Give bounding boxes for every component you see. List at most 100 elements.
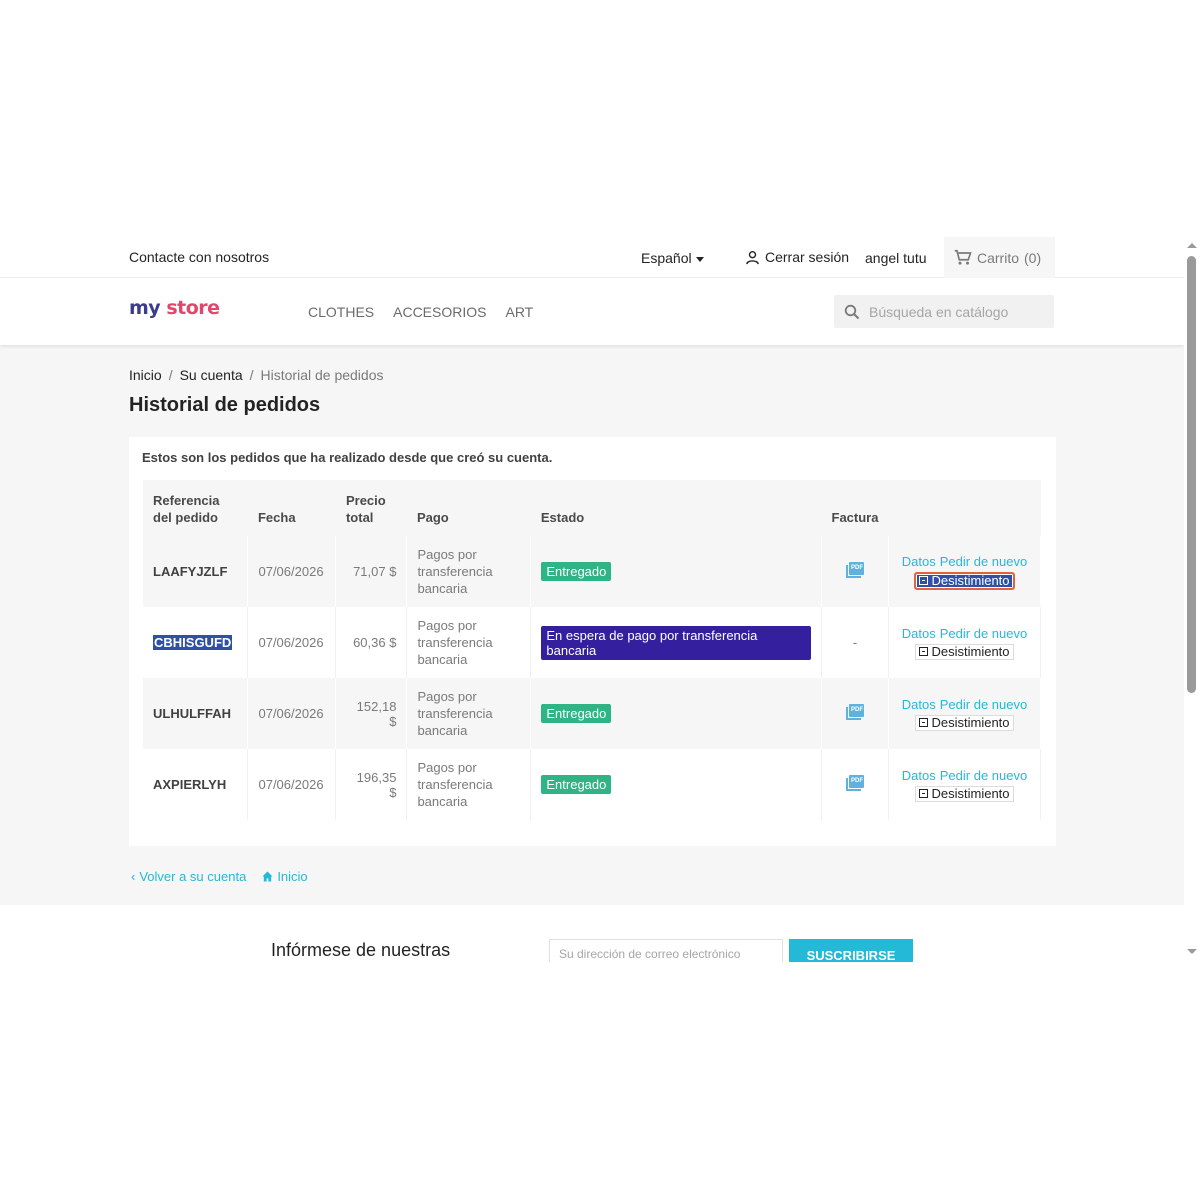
logout-label: Cerrar sesión (765, 249, 850, 265)
col-header-reference-line2: del pedido (153, 510, 218, 525)
back-to-account-link[interactable]: ‹ Volver a su cuenta (131, 869, 246, 884)
site-header: my store CLOTHES ACCESORIOS ART (0, 278, 1184, 345)
caret-down-icon (695, 256, 704, 262)
invoice-cell: - (821, 607, 889, 678)
payment-line: transferencia (417, 564, 493, 579)
browser-viewport: Contacte con nosotros Español Cerrar ses… (0, 237, 1200, 962)
order-actions: Datos Pedir de nuevo Desistimiento (888, 749, 1041, 820)
order-price: 196,35 $ (335, 749, 408, 820)
search-icon[interactable] (844, 304, 860, 320)
orders-table: Referencia del pedido Fecha Precio total P… (143, 480, 1041, 820)
reorder-link[interactable]: Pedir de nuevo (940, 768, 1027, 783)
withdraw-button[interactable]: Desistimiento (915, 785, 1014, 802)
scroll-down-arrow-icon[interactable] (1187, 949, 1197, 954)
newsletter-email-input[interactable] (549, 939, 783, 962)
col-header-price: Precio total (335, 480, 407, 536)
subscribe-button[interactable]: SUSCRIBIRSE (789, 939, 913, 962)
withdraw-label: Desistimiento (931, 643, 1010, 659)
chevron-left-icon: ‹ (131, 869, 136, 884)
scrollbar-thumb[interactable] (1187, 256, 1196, 693)
payment-line: transferencia (417, 777, 493, 792)
main-menu: CLOTHES ACCESORIOS ART (308, 304, 533, 320)
order-status-cell: Entregado (530, 678, 823, 749)
withdraw-button[interactable]: Desistimiento (914, 571, 1015, 590)
order-status-cell: Entregado (530, 749, 823, 820)
newsletter-text: Infórmese de nuestras (271, 940, 451, 960)
breadcrumb-account[interactable]: Su cuenta (180, 367, 243, 383)
menu-item-art[interactable]: ART (505, 304, 533, 320)
language-label: Español (641, 250, 692, 266)
breadcrumb: Inicio / Su cuenta / Historial de pedido… (129, 367, 384, 383)
user-icon (746, 250, 759, 264)
pdf-icon[interactable]: PDF (846, 562, 864, 578)
invoice-cell: PDF (821, 678, 889, 749)
order-date: 07/06/2026 (247, 678, 337, 749)
payment-line: transferencia (417, 635, 493, 650)
logo-my: my (129, 297, 161, 319)
withdraw-icon (919, 789, 929, 798)
language-selector[interactable]: Español (641, 250, 704, 266)
payment-line: bancaria (417, 581, 468, 596)
pdf-icon[interactable]: PDF (846, 704, 864, 720)
withdraw-button[interactable]: Desistimiento (915, 714, 1014, 731)
home-label: Inicio (277, 869, 308, 884)
menu-item-accesorios[interactable]: ACCESORIOS (393, 304, 486, 320)
payment-line: bancaria (417, 794, 468, 809)
order-price: 71,07 $ (335, 536, 408, 607)
order-payment: Pagos por transferencia bancaria (406, 607, 532, 678)
order-price: 152,18 $ (335, 678, 408, 749)
status-badge: Entregado (541, 775, 612, 794)
cart-link[interactable]: Carrito (0) (944, 237, 1055, 278)
payment-line: Pagos por (417, 760, 477, 775)
col-header-reference: Referencia del pedido (143, 480, 248, 536)
details-link[interactable]: Datos (902, 768, 936, 783)
col-header-status: Estado (530, 480, 822, 536)
details-link[interactable]: Datos (902, 626, 936, 641)
col-header-reference-line1: Referencia (153, 493, 220, 508)
reorder-link[interactable]: Pedir de nuevo (940, 626, 1027, 641)
newsletter-block: Infórmese de nuestras SUSCRIBIRSE (0, 905, 1184, 962)
contact-link[interactable]: Contacte con nosotros (129, 249, 269, 265)
withdraw-label: Desistimiento (931, 714, 1010, 730)
breadcrumb-home[interactable]: Inicio (129, 367, 162, 383)
cart-icon (954, 249, 972, 265)
home-link[interactable]: Inicio (262, 869, 308, 884)
order-price: 60,36 $ (335, 607, 408, 678)
order-status-cell: Entregado (530, 536, 823, 607)
breadcrumb-current: Historial de pedidos (260, 367, 384, 383)
pdf-icon[interactable]: PDF (846, 775, 864, 791)
reorder-link[interactable]: Pedir de nuevo (940, 554, 1027, 569)
payment-line: Pagos por (417, 689, 477, 704)
order-reference: CBHISGUFD (143, 607, 249, 678)
selected-text: CBHISGUFD (153, 635, 233, 650)
orders-card: Estos son los pedidos que ha realizado d… (129, 437, 1056, 846)
order-actions: Datos Pedir de nuevo Desistimiento (888, 678, 1041, 749)
search-input[interactable] (869, 303, 1039, 320)
payment-line: transferencia (417, 706, 493, 721)
details-link[interactable]: Datos (902, 554, 936, 569)
table-row: LAAFYJZLF 07/06/2026 71,07 $ Pagos por tr… (143, 536, 1041, 607)
col-header-date: Fecha (247, 480, 336, 536)
payment-line: Pagos por (417, 547, 477, 562)
col-header-price-line1: Precio (345, 493, 386, 508)
payment-line: bancaria (417, 723, 468, 738)
details-link[interactable]: Datos (902, 697, 936, 712)
withdraw-button[interactable]: Desistimiento (915, 643, 1014, 660)
home-icon (262, 871, 273, 882)
col-header-price-line2: total (345, 510, 374, 525)
table-row: ULHULFFAH 07/06/2026 152,18 $ Pagos por t… (143, 678, 1041, 749)
scroll-up-arrow-icon[interactable] (1187, 243, 1197, 248)
status-badge: Entregado (541, 562, 612, 581)
page-title: Historial de pedidos (129, 394, 321, 416)
menu-item-clothes[interactable]: CLOTHES (308, 304, 374, 320)
order-reference: LAAFYJZLF (143, 536, 249, 607)
account-name-link[interactable]: angel tutu (865, 250, 927, 266)
payment-line: bancaria (417, 652, 468, 667)
reorder-link[interactable]: Pedir de nuevo (940, 697, 1027, 712)
invoice-cell: PDF (821, 536, 889, 607)
order-date: 07/06/2026 (247, 749, 337, 820)
order-status-cell: En espera de pago por transferencia banc… (530, 607, 823, 678)
withdraw-label: Desistimiento (931, 785, 1010, 801)
logout-link[interactable]: Cerrar sesión (745, 249, 849, 265)
store-logo[interactable]: my store (129, 297, 220, 319)
